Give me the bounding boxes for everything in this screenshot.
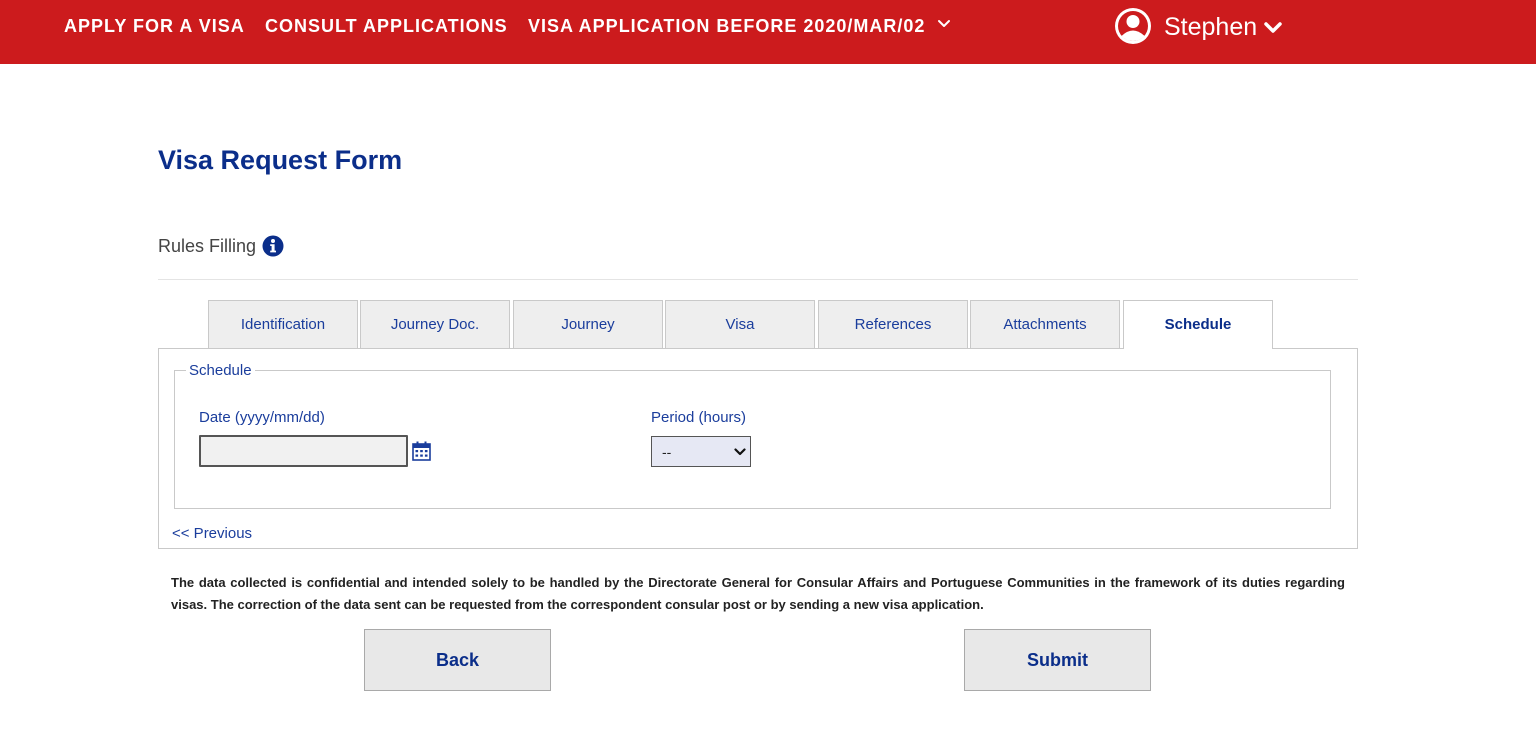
disclaimer-text: The data collected is confidential and i… xyxy=(171,575,1345,612)
nav-apply-for-visa[interactable]: APPLY FOR A VISA xyxy=(64,15,245,37)
tab-journey-doc[interactable]: Journey Doc. xyxy=(360,300,510,348)
divider xyxy=(158,279,1358,280)
previous-link[interactable]: << Previous xyxy=(172,525,252,543)
tab-schedule[interactable]: Schedule xyxy=(1123,300,1273,349)
period-label: Period (hours) xyxy=(651,409,747,426)
top-nav-bar: APPLY FOR A VISA CONSULT APPLICATIONS VI… xyxy=(0,0,1536,64)
tab-attachments[interactable]: Attachments xyxy=(970,300,1120,348)
user-menu-chevron-icon[interactable] xyxy=(1263,20,1283,36)
user-name[interactable]: Stephen xyxy=(1164,12,1257,42)
date-input[interactable] xyxy=(199,435,408,467)
tab-journey[interactable]: Journey xyxy=(513,300,663,348)
page-title: Visa Request Form xyxy=(158,145,403,175)
info-circle-icon[interactable] xyxy=(262,235,284,257)
chevron-down-icon xyxy=(734,448,746,456)
tab-visa[interactable]: Visa xyxy=(665,300,815,348)
schedule-legend: Schedule xyxy=(186,362,255,380)
period-selected-value: -- xyxy=(662,444,672,460)
user-circle-icon[interactable] xyxy=(1113,6,1153,46)
back-button[interactable]: Back xyxy=(364,629,551,691)
tab-references[interactable]: References xyxy=(818,300,968,348)
chevron-down-icon[interactable] xyxy=(936,16,952,32)
nav-consult-applications[interactable]: CONSULT APPLICATIONS xyxy=(265,15,508,37)
rules-filling-label: Rules Filling xyxy=(158,236,257,256)
tab-identification[interactable]: Identification xyxy=(208,300,358,348)
period-select[interactable]: -- xyxy=(651,436,751,467)
date-label: Date (yyyy/mm/dd) xyxy=(199,409,325,426)
submit-button[interactable]: Submit xyxy=(964,629,1151,691)
calendar-icon[interactable] xyxy=(412,441,431,461)
nav-visa-application-before[interactable]: VISA APPLICATION BEFORE 2020/MAR/02 xyxy=(528,15,925,37)
